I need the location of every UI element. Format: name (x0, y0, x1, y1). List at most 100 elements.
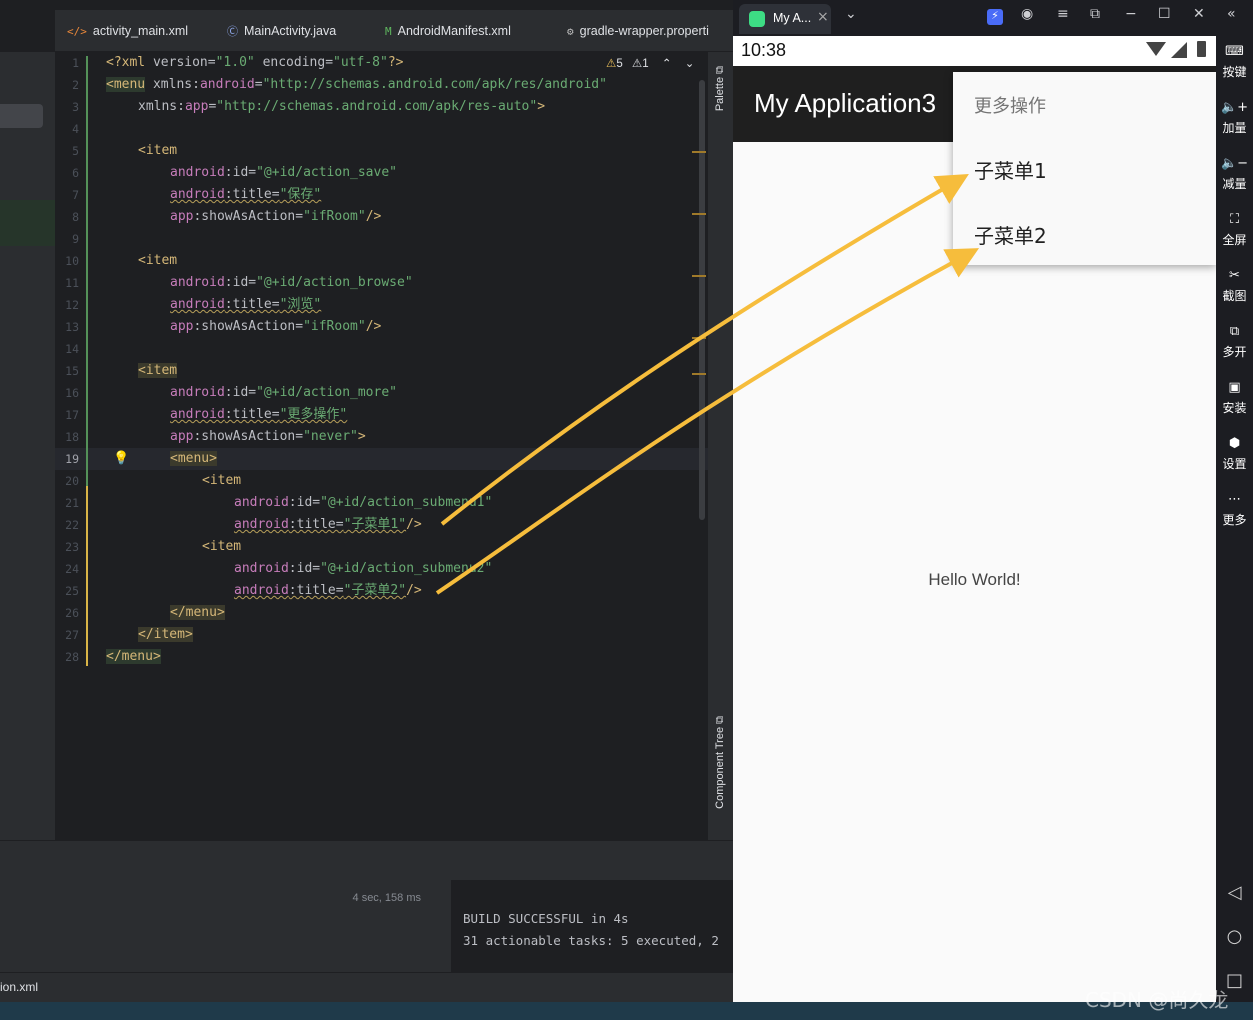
screenshot-button[interactable]: ✂ 截图 (1216, 268, 1253, 304)
user-icon[interactable]: ◉ (1021, 6, 1033, 22)
line-number[interactable]: 15 (55, 364, 79, 378)
line-number[interactable]: 20 (55, 474, 79, 488)
warning-stripe[interactable] (692, 373, 706, 375)
line-number[interactable]: 28 (55, 650, 79, 664)
code-line: <item (202, 473, 242, 488)
clock: 10:38 (741, 40, 787, 60)
line-number[interactable]: 16 (55, 386, 79, 400)
line-number[interactable]: 2 (55, 78, 79, 92)
tab-main-activity[interactable]: Ⓒ MainActivity.java (227, 10, 336, 51)
line-number[interactable]: 21 (55, 496, 79, 510)
warning-stripe[interactable] (692, 151, 706, 153)
code-line: <?xml version="1.0" encoding="utf-8"?> (106, 55, 404, 70)
line-number[interactable]: 11 (55, 276, 79, 290)
emulator-window: My A... × ⌄ ⚡ ◉ ≡ ⧉ − ☐ ✕ « 10:38 My App… (733, 0, 1253, 1002)
app-title: My Application3 (754, 88, 937, 118)
collapse-icon[interactable]: « (1227, 6, 1236, 22)
manifest-icon: M (385, 25, 392, 38)
side-button-label: 设置 (1222, 457, 1247, 471)
volume-up-icon: 🔈+ (1220, 100, 1249, 115)
close-icon[interactable]: ✕ (1193, 6, 1205, 22)
volume-down-button[interactable]: 🔈− 减量 (1216, 156, 1253, 192)
keyboard-button[interactable]: ⌨ 按键 (1216, 44, 1253, 80)
project-panel-strip (0, 52, 55, 840)
line-number[interactable]: 19 (55, 452, 79, 466)
chevron-down-icon[interactable]: ⌄ (845, 6, 857, 22)
ide-window: </> activity_main.xml Ⓒ MainActivity.java … (0, 0, 733, 1020)
android-status-bar: 10:38 (733, 36, 1216, 66)
line-number[interactable]: 18 (55, 430, 79, 444)
change-marker (86, 486, 88, 666)
line-number[interactable]: 9 (55, 232, 79, 246)
palette-tab[interactable]: Palette ⧉ (714, 66, 726, 111)
tab-activity-main[interactable]: </> activity_main.xml (67, 10, 189, 51)
line-number[interactable]: 24 (55, 562, 79, 576)
line-number[interactable]: 23 (55, 540, 79, 554)
warning-stripe[interactable] (692, 337, 706, 339)
line-number[interactable]: 8 (55, 210, 79, 224)
line-number[interactable]: 17 (55, 408, 79, 422)
project-selected-item[interactable] (0, 104, 43, 128)
emulator-titlebar: My A... × ⌄ ⚡ ◉ ≡ ⧉ − ☐ ✕ « (733, 0, 1253, 36)
line-number[interactable]: 22 (55, 518, 79, 532)
tab-gradle-wrapper[interactable]: ⚙ gradle-wrapper.properti (567, 10, 709, 51)
side-button-label: 全屏 (1222, 233, 1247, 247)
volume-down-icon: 🔈− (1220, 156, 1249, 171)
menu-item-submenu1[interactable]: 子菜单1 (974, 155, 1047, 184)
side-button-label: 更多 (1222, 513, 1247, 527)
warning-stripe[interactable] (692, 213, 706, 215)
volume-up-button[interactable]: 🔈+ 加量 (1216, 100, 1253, 136)
line-number[interactable]: 10 (55, 254, 79, 268)
lightning-icon[interactable]: ⚡ (987, 9, 1003, 25)
code-editor[interactable]: <?xml version="1.0" encoding="utf-8"?> <… (103, 52, 708, 840)
tab-label: activity_main.xml (92, 24, 189, 38)
install-button[interactable]: ▣ 安装 (1216, 380, 1253, 416)
emulator-sidebar: ⌨ 按键 🔈+ 加量 🔈− 减量 ⛶ 全屏 ✂ 截图 ⧉ 多开 ▣ 安装 ⬢ 设置 ⋯ 更多 ◁ … (1216, 36, 1253, 1002)
popout-icon[interactable]: ⧉ (1090, 6, 1100, 22)
minimize-icon[interactable]: − (1125, 6, 1137, 22)
code-line: android:title="更多操作" (170, 407, 348, 422)
multi-open-button[interactable]: ⧉ 多开 (1216, 324, 1253, 360)
more-button[interactable]: ⋯ 更多 (1216, 492, 1253, 528)
settings-button[interactable]: ⬢ 设置 (1216, 436, 1253, 472)
code-line: android:id="@+id/action_submenu2" (234, 561, 493, 576)
code-line: <item (138, 363, 178, 378)
line-number[interactable]: 6 (55, 166, 79, 180)
line-number[interactable]: 26 (55, 606, 79, 620)
line-number[interactable]: 5 (55, 144, 79, 158)
emulator-tab[interactable]: My A... × (739, 4, 831, 34)
code-line: android:title="子菜单2"/> (234, 583, 422, 598)
line-number[interactable]: 13 (55, 320, 79, 334)
line-number[interactable]: 27 (55, 628, 79, 642)
fullscreen-button[interactable]: ⛶ 全屏 (1216, 212, 1253, 248)
gear-icon: ⚙ (567, 25, 574, 38)
code-line: app:showAsAction="ifRoom"/> (170, 209, 382, 224)
build-output-line: 31 actionable tasks: 5 executed, 2 (463, 933, 719, 948)
back-icon[interactable]: ◁ (1216, 882, 1253, 903)
menu-item-submenu2[interactable]: 子菜单2 (974, 220, 1047, 249)
android-icon (749, 11, 765, 27)
tab-manifest[interactable]: M AndroidManifest.xml (385, 10, 511, 51)
menu-icon[interactable]: ≡ (1057, 6, 1069, 22)
pane-divider[interactable] (443, 880, 451, 972)
home-icon[interactable]: ○ (1216, 926, 1253, 947)
phone-screen: 10:38 My Application3 Hello World! 更多操作 … (733, 36, 1216, 1002)
line-number[interactable]: 4 (55, 122, 79, 136)
battery-icon (1197, 41, 1206, 57)
lightbulb-icon[interactable]: 💡 (113, 451, 129, 466)
status-file[interactable]: ion.xml (0, 980, 38, 994)
build-output-line: BUILD SUCCESSFUL in 4s (463, 911, 629, 926)
line-number[interactable]: 3 (55, 100, 79, 114)
warning-stripe[interactable] (692, 275, 706, 277)
editor-scrollbar[interactable] (699, 80, 705, 520)
line-number[interactable]: 7 (55, 188, 79, 202)
line-number[interactable]: 14 (55, 342, 79, 356)
component-tree-tab[interactable]: Component Tree ⧉ (714, 716, 726, 809)
close-icon[interactable]: × (817, 9, 829, 25)
code-line: </menu> (170, 605, 225, 620)
line-number[interactable]: 12 (55, 298, 79, 312)
maximize-icon[interactable]: ☐ (1158, 6, 1171, 22)
taskbar (0, 1002, 1253, 1020)
line-number[interactable]: 25 (55, 584, 79, 598)
line-number[interactable]: 1 (55, 56, 79, 70)
